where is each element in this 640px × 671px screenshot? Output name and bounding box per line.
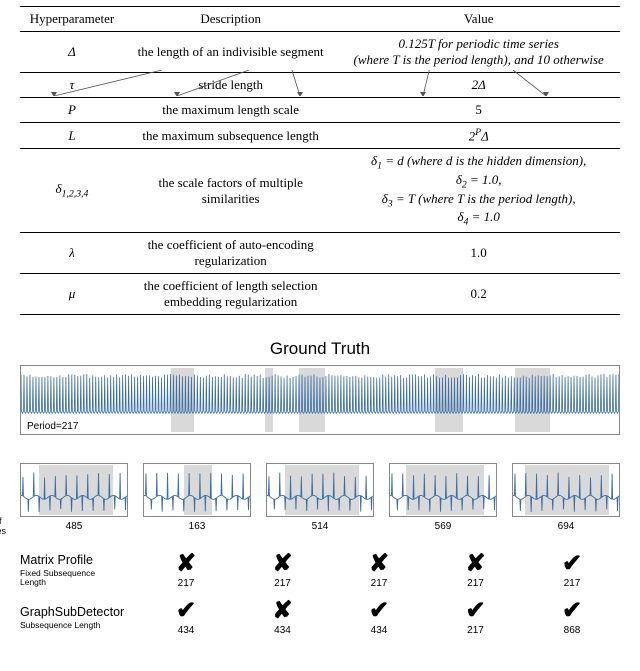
anomaly-length: 514	[266, 521, 374, 532]
param-l: L	[20, 123, 124, 149]
figure-title: Ground Truth	[20, 339, 620, 359]
value: 1.0	[337, 232, 620, 273]
result-cell: 217	[524, 552, 620, 589]
method-subtitle: Subsequence Length	[20, 621, 138, 630]
period-label: Period=217	[25, 421, 80, 432]
subseq-length-value: 217	[524, 578, 620, 589]
anomaly-length: 569	[389, 521, 497, 532]
desc: the scale factors of multiple similariti…	[124, 149, 337, 232]
subseq-length-value: 217	[138, 578, 234, 589]
cross-icon	[428, 552, 524, 576]
cross-icon	[138, 552, 234, 576]
col-hyperparam: Hyperparameter	[20, 7, 124, 32]
cross-icon	[235, 552, 331, 576]
method-name: GraphSubDetector	[20, 605, 138, 619]
result-cell: 868	[524, 599, 620, 636]
param-deltas: δ1,2,3,4	[20, 149, 124, 232]
method-name: Matrix Profile	[20, 553, 138, 567]
param-lambda: λ	[20, 232, 124, 273]
subseq-length-value: 434	[235, 625, 331, 636]
cross-icon	[235, 599, 331, 623]
param-p: P	[20, 98, 124, 123]
result-cell: 434	[331, 599, 427, 636]
zoom-box: 5 694	[512, 463, 620, 532]
zoom-box: 4 569	[389, 463, 497, 532]
figure-ground-truth: Ground Truth Period=217 Length of Anomal…	[20, 339, 620, 636]
method-row: GraphSubDetector Subsequence Length 434 …	[20, 599, 620, 636]
subseq-length-value: 217	[235, 578, 331, 589]
col-value: Value	[337, 7, 620, 32]
param-delta: Δ	[20, 32, 124, 73]
result-cell: 217	[428, 599, 524, 636]
check-icon	[524, 552, 620, 576]
result-cell: 434	[235, 599, 331, 636]
result-cell: 217	[235, 552, 331, 589]
value: δ1 = d (where d is the hidden dimension)…	[337, 149, 620, 232]
desc: the length of an indivisible segment	[124, 32, 337, 73]
value: 0.125T for periodic time series (where T…	[337, 32, 620, 73]
check-icon	[138, 599, 234, 623]
anomaly-length: 163	[143, 521, 251, 532]
subseq-length-value: 217	[331, 578, 427, 589]
check-icon	[428, 599, 524, 623]
subseq-length-value: 217	[428, 625, 524, 636]
param-mu: μ	[20, 273, 124, 314]
subseq-length-value: 868	[524, 625, 620, 636]
method-subtitle: Fixed Subsequence Length	[20, 569, 138, 588]
desc: the maximum subsequence length	[124, 123, 337, 149]
desc: the maximum length scale	[124, 98, 337, 123]
result-cell: 217	[428, 552, 524, 589]
value: 2PΔ	[337, 123, 620, 149]
hyperparameter-table: Hyperparameter Description Value Δ the l…	[20, 6, 620, 315]
check-icon	[524, 599, 620, 623]
subseq-length-value: 217	[428, 578, 524, 589]
anomaly-length: 694	[512, 521, 620, 532]
anomaly-length: 485	[20, 521, 128, 532]
result-cell: 217	[138, 552, 234, 589]
zoom-box: 1 485	[20, 463, 128, 532]
result-cell: 217	[331, 552, 427, 589]
desc: the coefficient of auto-encoding regular…	[124, 232, 337, 273]
value: 5	[337, 98, 620, 123]
result-cell: 434	[138, 599, 234, 636]
length-of-anomalies-label: Length of Anomalies	[0, 517, 16, 537]
desc: the coefficient of length selection embe…	[124, 273, 337, 314]
method-row: Matrix Profile Fixed Subsequence Length …	[20, 552, 620, 589]
subseq-length-value: 434	[331, 625, 427, 636]
check-icon	[331, 599, 427, 623]
col-description: Description	[124, 7, 337, 32]
zoom-box: 3 514	[266, 463, 374, 532]
overview-plot: Period=217	[20, 365, 620, 435]
cross-icon	[331, 552, 427, 576]
subseq-length-value: 434	[138, 625, 234, 636]
value: 0.2	[337, 273, 620, 314]
zoom-box: 2 163	[143, 463, 251, 532]
